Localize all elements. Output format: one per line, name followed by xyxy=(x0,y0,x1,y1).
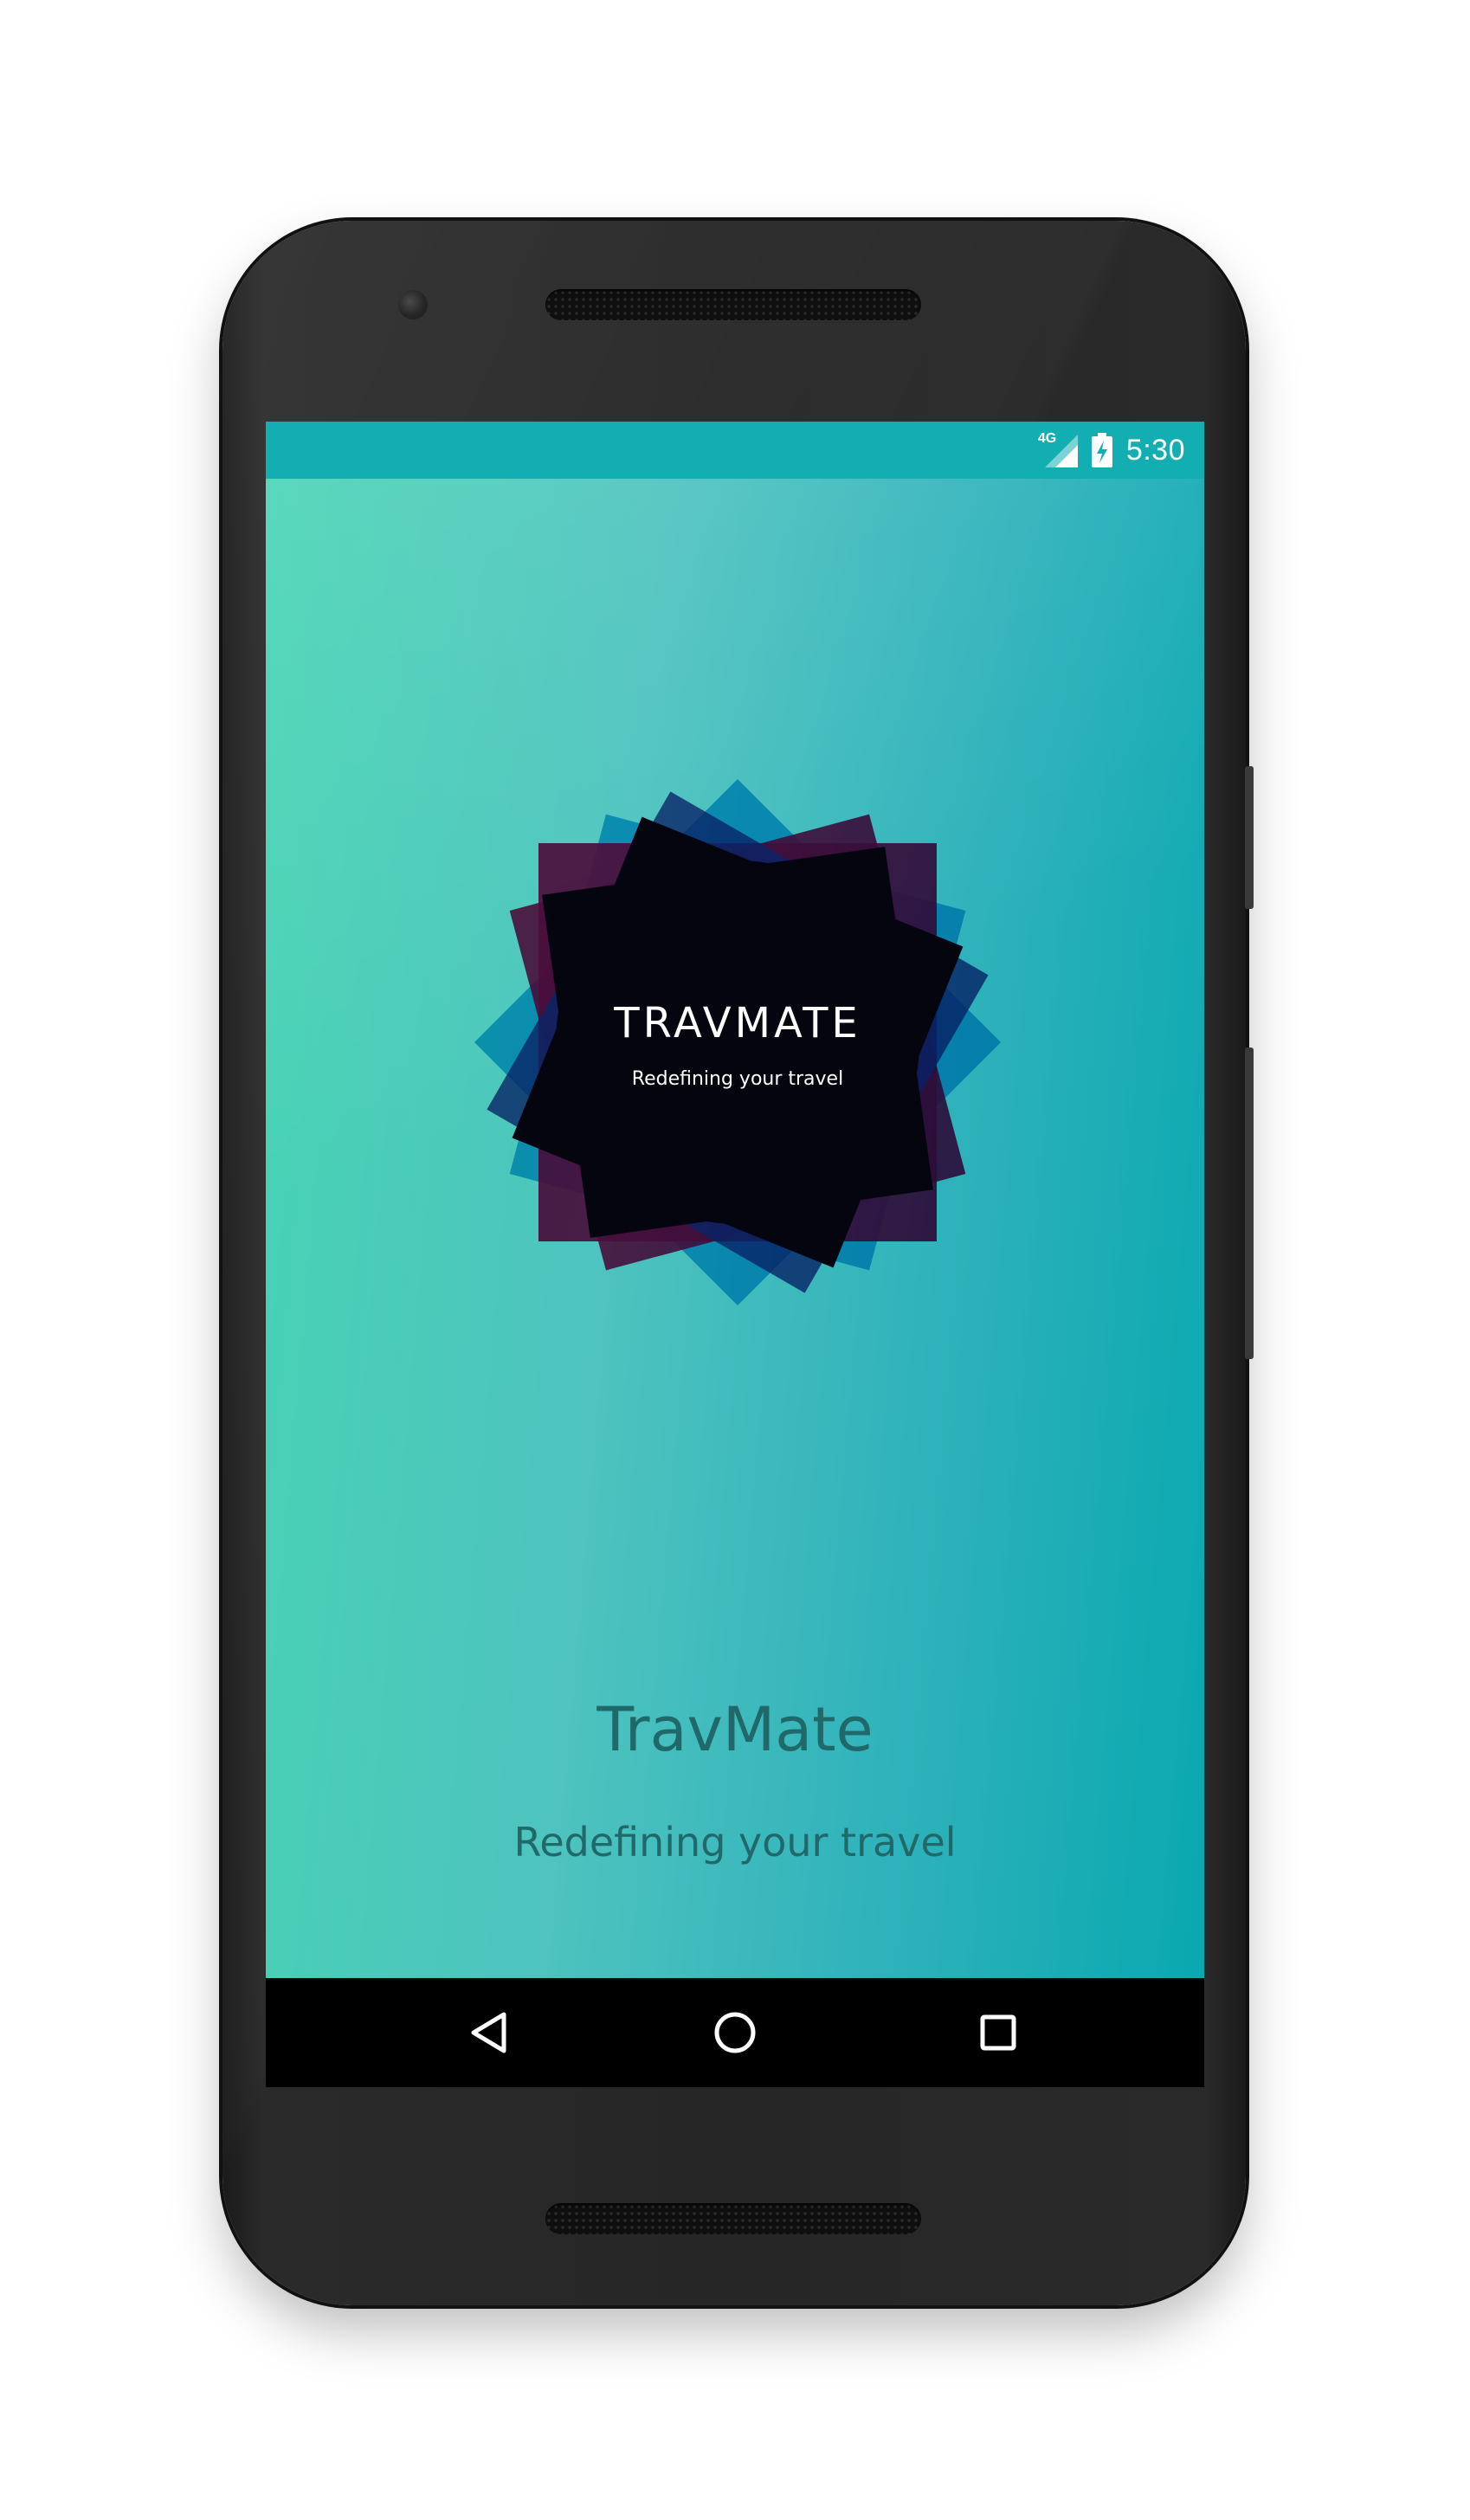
travmate-logo: TRAVMATE Redefining your travel xyxy=(461,765,1015,1319)
power-button xyxy=(1245,1047,1254,1359)
home-button[interactable] xyxy=(700,1998,770,2067)
back-triangle-icon xyxy=(471,2012,506,2053)
battery-charging-icon xyxy=(1091,433,1112,467)
phone-screen: 4G 5:30 TRAVMATE Redefining your travel … xyxy=(266,422,1204,2087)
status-bar: 4G 5:30 xyxy=(266,422,1204,479)
logo-subtitle: Redefining your travel xyxy=(631,1068,844,1090)
app-tagline: Redefining your travel xyxy=(513,1819,957,1866)
volume-button xyxy=(1245,766,1254,909)
back-button[interactable] xyxy=(455,1998,524,2067)
home-circle-icon xyxy=(714,2012,756,2053)
network-type-label: 4G xyxy=(1037,431,1057,446)
top-speaker xyxy=(545,289,921,320)
recents-square-icon xyxy=(980,2014,1016,2051)
app-name: TravMate xyxy=(596,1694,874,1765)
bottom-speaker xyxy=(545,2203,921,2234)
status-time: 5:30 xyxy=(1125,433,1185,467)
page: 4G 5:30 TRAVMATE Redefining your travel … xyxy=(0,0,1470,2520)
front-camera xyxy=(398,290,428,319)
navigation-bar xyxy=(266,1978,1204,2087)
logo-title: TRAVMATE xyxy=(614,999,861,1047)
recents-button[interactable] xyxy=(964,1998,1033,2067)
status-icons: 4G 5:30 xyxy=(1038,422,1185,479)
signal-4g-icon: 4G xyxy=(1037,431,1078,467)
splash-screen: TRAVMATE Redefining your travel TravMate… xyxy=(266,479,1204,1978)
